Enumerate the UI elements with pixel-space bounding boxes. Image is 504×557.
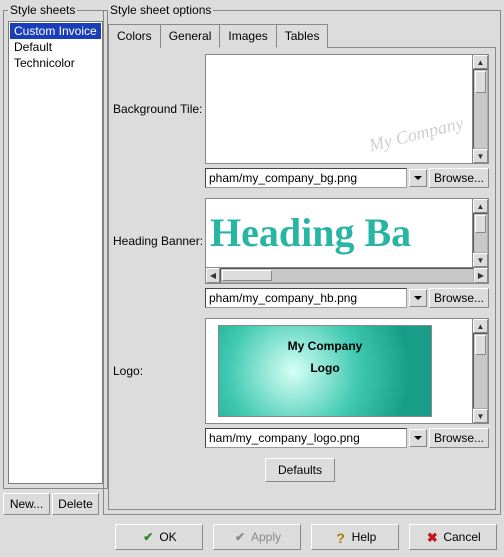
vertical-scrollbar[interactable]: ▲ ▼	[472, 199, 488, 267]
check-icon: ✔	[233, 530, 247, 544]
help-icon: ?	[334, 530, 348, 544]
check-icon: ✔	[141, 530, 155, 544]
apply-label: Apply	[251, 530, 281, 544]
logo-text-line1: My Company	[288, 339, 363, 353]
heading-banner-dropdown[interactable]	[409, 289, 427, 307]
dialog-button-bar: ✔ OK ✔ Apply ? Help ✖ Cancel	[3, 518, 501, 554]
style-sheet-options-panel: Style sheet options Colors General Image…	[103, 3, 501, 515]
logo-text-line2: Logo	[310, 361, 339, 375]
style-sheets-panel: Style sheets Custom Invoice Default Tech…	[3, 3, 108, 489]
logo-label: Logo:	[111, 364, 205, 378]
cancel-icon: ✖	[425, 530, 439, 544]
new-button[interactable]: New...	[3, 493, 50, 515]
help-label: Help	[352, 530, 377, 544]
apply-button[interactable]: ✔ Apply	[213, 524, 301, 550]
list-item[interactable]: Default	[10, 39, 101, 55]
style-sheets-legend: Style sheets	[8, 3, 77, 17]
heading-banner-label: Heading Banner:	[111, 234, 205, 248]
background-tile-preview: My Company ▲ ▼	[205, 54, 489, 164]
defaults-button[interactable]: Defaults	[265, 458, 335, 482]
heading-banner-browse-button[interactable]: Browse...	[429, 288, 489, 308]
logo-path-input[interactable]	[206, 429, 406, 447]
list-item[interactable]: Custom Invoice	[10, 23, 101, 39]
logo-preview: My Company Logo ▲ ▼	[205, 318, 489, 424]
heading-banner-preview-text: Heading Ba	[210, 209, 411, 256]
tab-images[interactable]: Images	[219, 24, 276, 48]
vertical-scrollbar[interactable]: ▲ ▼	[472, 319, 488, 423]
tab-colors[interactable]: Colors	[108, 24, 161, 48]
tab-tables[interactable]: Tables	[276, 24, 329, 48]
delete-button[interactable]: Delete	[52, 493, 99, 515]
heading-banner-path-input[interactable]	[206, 289, 406, 307]
help-button[interactable]: ? Help	[311, 524, 399, 550]
heading-banner-path-field[interactable]	[205, 288, 407, 308]
cancel-label: Cancel	[443, 530, 480, 544]
ok-label: OK	[159, 530, 176, 544]
background-tile-dropdown[interactable]	[409, 169, 427, 187]
logo-dropdown[interactable]	[409, 429, 427, 447]
background-tile-path-input[interactable]	[206, 169, 406, 187]
logo-path-field[interactable]	[205, 428, 407, 448]
background-tile-browse-button[interactable]: Browse...	[429, 168, 489, 188]
background-tile-path-field[interactable]	[205, 168, 407, 188]
ok-button[interactable]: ✔ OK	[115, 524, 203, 550]
style-sheet-options-legend: Style sheet options	[108, 3, 213, 17]
vertical-scrollbar[interactable]: ▲ ▼	[472, 55, 488, 163]
horizontal-scrollbar[interactable]: ◀ ▶	[206, 267, 488, 283]
tab-page-images: Background Tile: My Company ▲ ▼	[108, 47, 496, 510]
cancel-button[interactable]: ✖ Cancel	[409, 524, 497, 550]
logo-browse-button[interactable]: Browse...	[429, 428, 489, 448]
logo-image: My Company Logo	[218, 325, 432, 417]
tab-general[interactable]: General	[160, 24, 221, 48]
background-tile-label: Background Tile:	[111, 102, 205, 116]
heading-banner-preview: Heading Ba ▲ ▼ ◀	[205, 198, 489, 284]
background-tile-watermark: My Company	[366, 113, 465, 157]
list-item[interactable]: Technicolor	[10, 55, 101, 71]
style-sheets-list[interactable]: Custom Invoice Default Technicolor	[8, 21, 103, 484]
tab-bar: Colors General Images Tables	[108, 23, 496, 47]
